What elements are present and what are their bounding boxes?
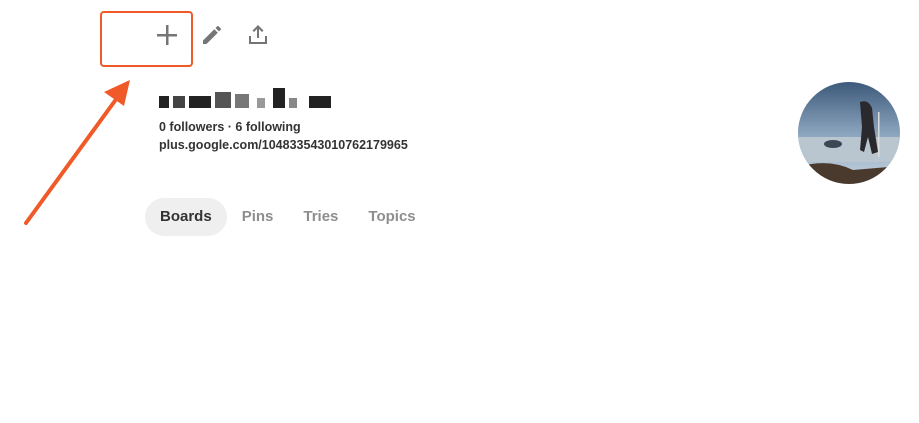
profile-website-link[interactable]: plus.google.com/104833543010762179965 xyxy=(159,138,408,152)
plus-icon xyxy=(157,25,177,45)
followers-following-count[interactable]: 0 followers · 6 following xyxy=(159,120,408,134)
share-button[interactable] xyxy=(241,18,275,52)
tab-boards[interactable]: Boards xyxy=(145,198,227,236)
profile-avatar-photo xyxy=(798,82,900,184)
edit-button[interactable] xyxy=(195,18,229,52)
tab-pins[interactable]: Pins xyxy=(227,198,289,236)
share-upload-icon xyxy=(249,25,267,44)
profile-info: 0 followers · 6 following plus.google.co… xyxy=(159,86,408,152)
profile-tabs: Boards Pins Tries Topics xyxy=(145,198,431,236)
tab-tries[interactable]: Tries xyxy=(288,198,353,236)
avatar[interactable] xyxy=(798,82,900,184)
profile-name-redacted xyxy=(159,86,339,112)
tab-topics[interactable]: Topics xyxy=(353,198,430,236)
pencil-icon xyxy=(203,26,221,44)
add-button[interactable] xyxy=(150,18,184,52)
